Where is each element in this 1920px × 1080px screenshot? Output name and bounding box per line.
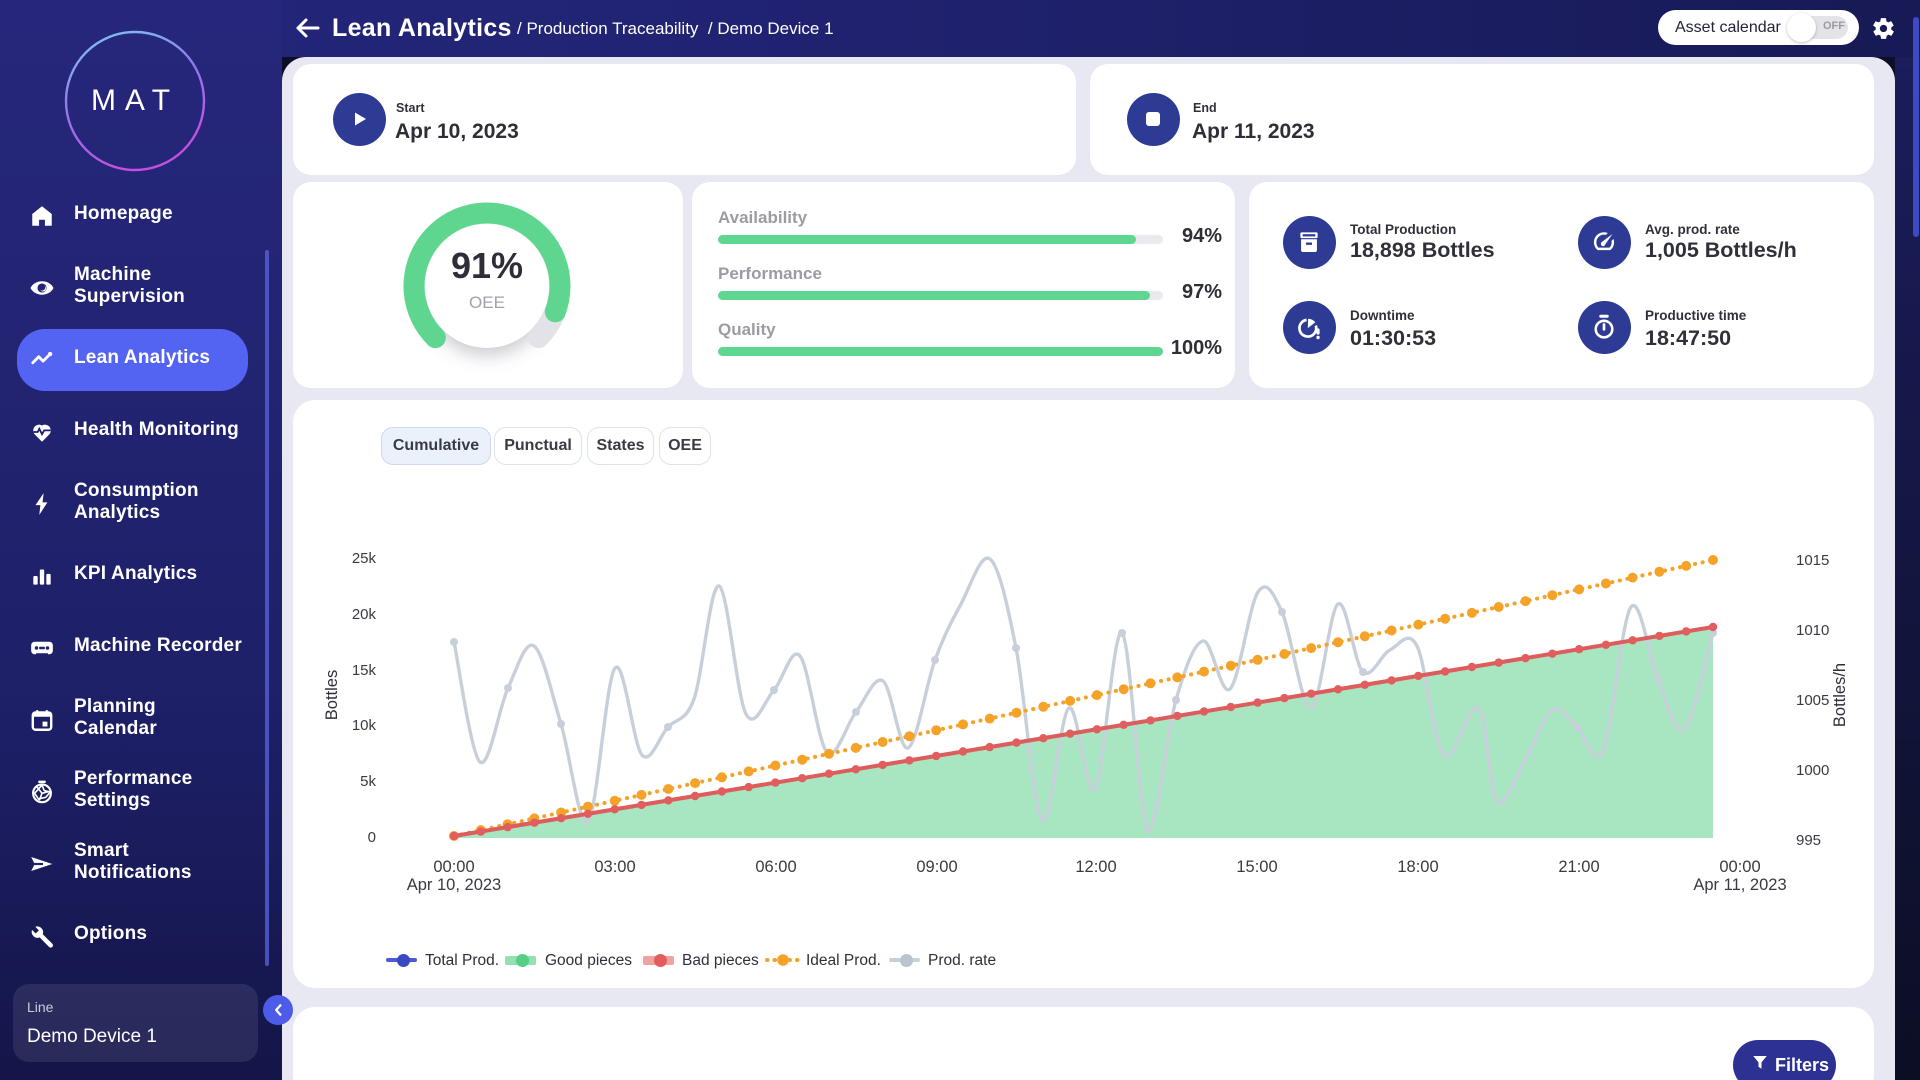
svg-text:91%: 91%	[451, 245, 523, 286]
svg-text:OEE: OEE	[469, 293, 505, 312]
svg-text:MAT: MAT	[91, 84, 179, 117]
